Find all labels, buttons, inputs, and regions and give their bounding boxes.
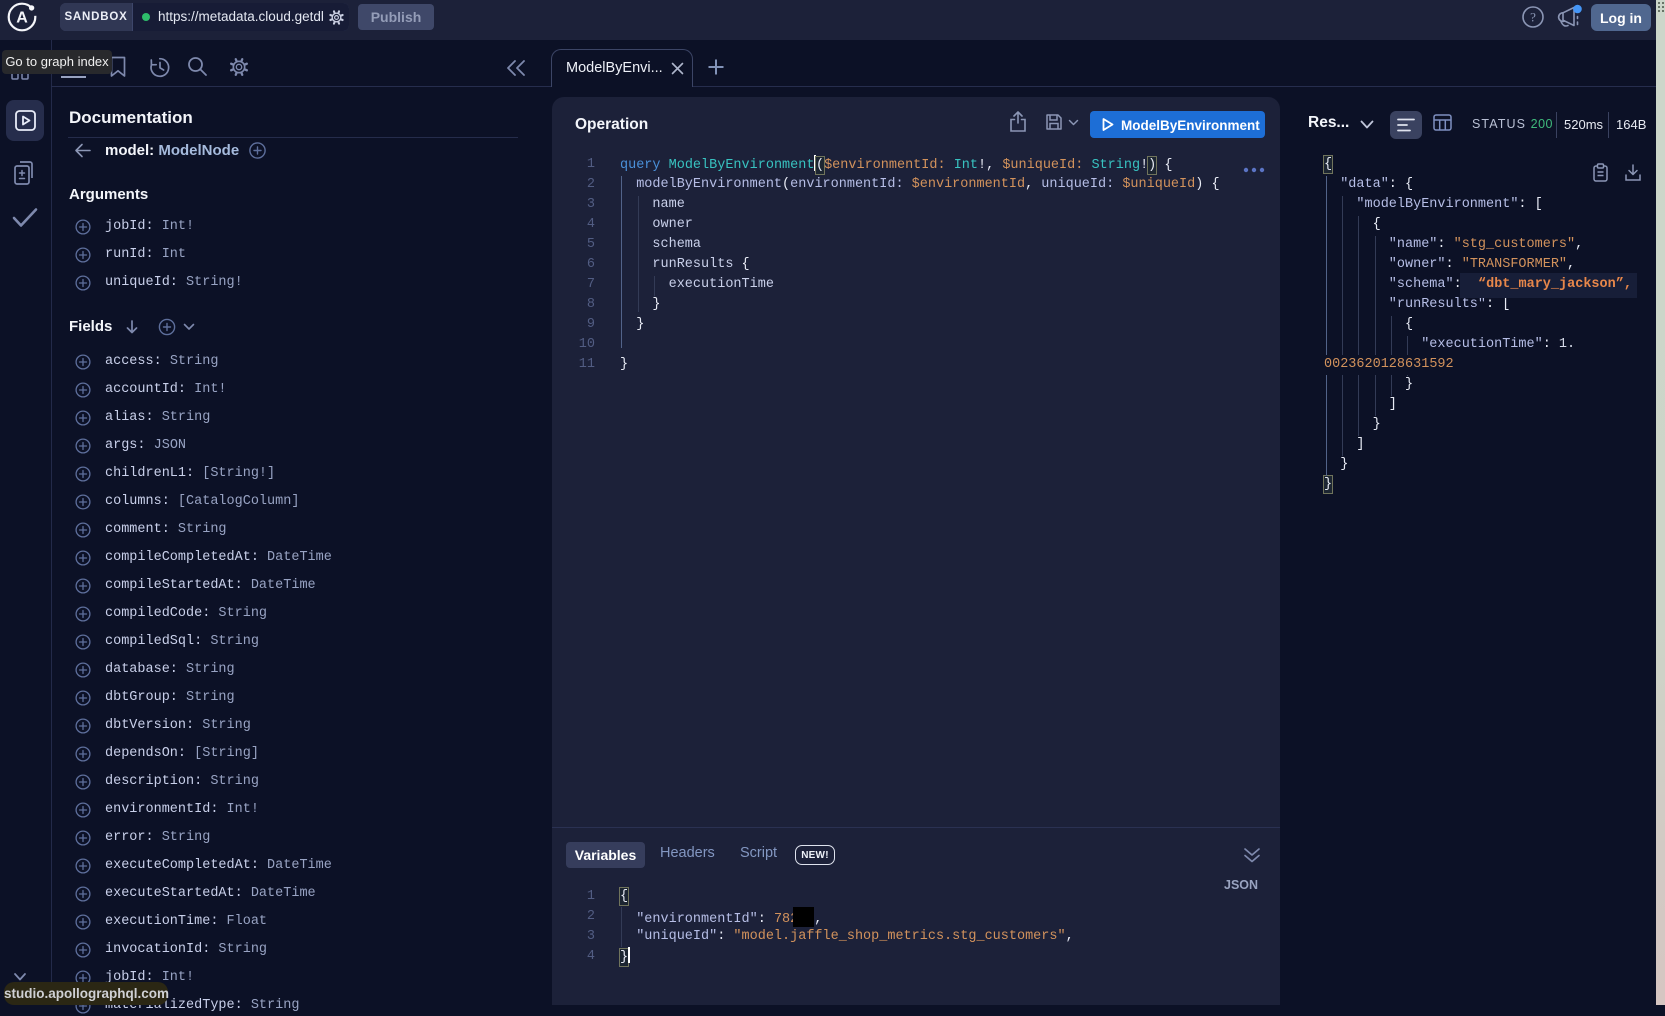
svg-text:?: ?	[1530, 10, 1536, 25]
svg-text:A: A	[16, 10, 28, 27]
